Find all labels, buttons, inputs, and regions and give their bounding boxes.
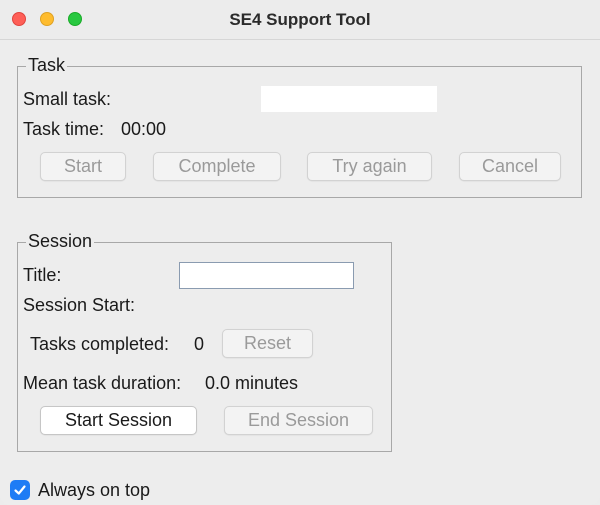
session-title-label: Title:	[23, 265, 62, 285]
small-task-input[interactable]	[261, 86, 437, 112]
mean-duration-value: 0.0 minutes	[205, 373, 299, 393]
tasks-completed-label: Tasks completed:	[30, 334, 170, 354]
task-time-label: Task time:	[23, 119, 105, 139]
mean-duration-label: Mean task duration:	[23, 373, 182, 393]
session-legend: Session	[26, 231, 95, 252]
tasks-completed-value: 0	[194, 334, 205, 354]
checkmark-icon	[14, 485, 26, 495]
small-task-label: Small task:	[23, 89, 112, 109]
complete-button[interactable]: Complete	[153, 152, 281, 181]
end-session-button[interactable]: End Session	[224, 406, 373, 435]
window-title: SE4 Support Tool	[229, 10, 371, 29]
reset-button[interactable]: Reset	[222, 329, 313, 358]
try-again-button[interactable]: Try again	[307, 152, 432, 181]
session-start-label: Session Start:	[23, 295, 136, 315]
always-on-top-checkbox[interactable]	[10, 480, 30, 500]
cancel-button[interactable]: Cancel	[459, 152, 561, 181]
title-bar: SE4 Support Tool	[0, 0, 600, 40]
session-title-input[interactable]	[179, 262, 354, 289]
app-window: SE4 Support Tool Task Small task: Task t…	[0, 0, 600, 505]
task-legend: Task	[26, 55, 68, 76]
always-on-top-label: Always on top	[38, 480, 151, 500]
start-button[interactable]: Start	[40, 152, 126, 181]
task-time-value: 00:00	[121, 119, 167, 139]
start-session-button[interactable]: Start Session	[40, 406, 197, 435]
